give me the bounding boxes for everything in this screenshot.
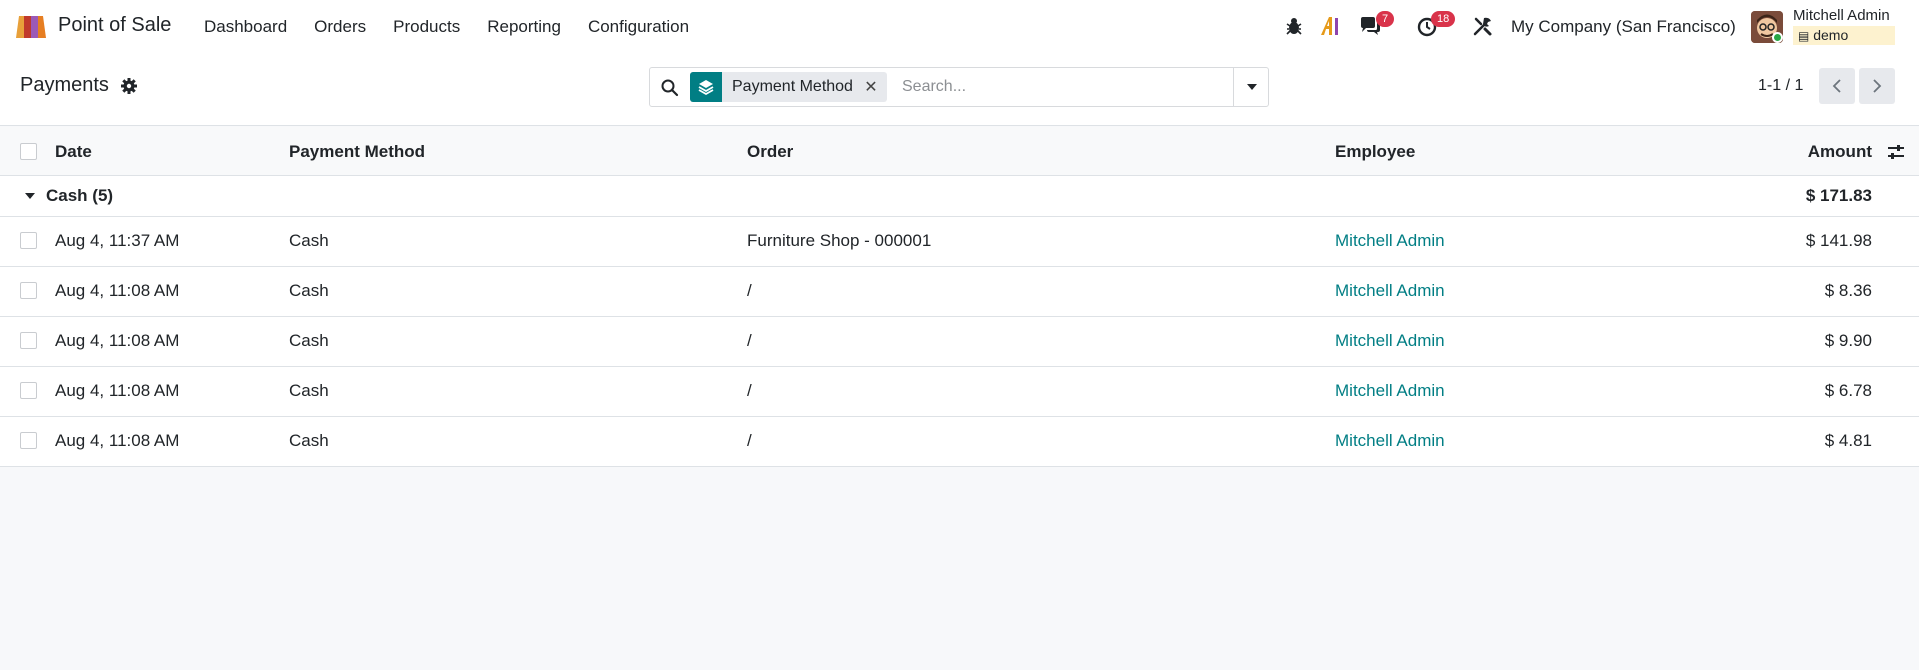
cell-date: Aug 4, 11:08 AM [55, 281, 180, 300]
page-title: Payments [20, 74, 109, 96]
cell-payment-method: Cash [289, 231, 329, 250]
cell-date: Aug 4, 11:08 AM [55, 331, 180, 350]
pager-next-button[interactable] [1859, 68, 1895, 104]
database-badge: ▤ demo [1793, 26, 1895, 45]
row-checkbox[interactable] [20, 382, 37, 399]
group-by-layers-icon [690, 72, 722, 102]
debug-bug-icon[interactable] [1283, 15, 1305, 37]
facet-label: Payment Method [732, 78, 853, 95]
search-input[interactable] [902, 74, 1202, 100]
table-row[interactable]: Aug 4, 11:08 AM Cash / Mitchell Admin $ 9.90 [0, 317, 1919, 367]
caret-down-icon [25, 193, 35, 199]
menu-item-products[interactable]: Products [393, 17, 460, 37]
messages-count-badge: 7 [1376, 11, 1395, 27]
select-all-checkbox[interactable] [20, 143, 37, 160]
cell-order: / [747, 381, 752, 400]
company-switcher[interactable]: My Company (San Francisco) [1511, 17, 1736, 37]
online-status-dot [1772, 32, 1783, 43]
cell-date: Aug 4, 11:08 AM [55, 381, 180, 400]
menu-item-reporting[interactable]: Reporting [487, 17, 561, 37]
search-bar: Payment Method ✕ [649, 67, 1269, 107]
caret-down-icon [1246, 84, 1257, 90]
row-checkbox[interactable] [20, 282, 37, 299]
group-row-cash[interactable]: Cash (5) $ 171.83 [0, 176, 1919, 217]
table-row[interactable]: Aug 4, 11:08 AM Cash / Mitchell Admin $ 8.36 [0, 267, 1919, 317]
app-name[interactable]: Point of Sale [58, 14, 171, 37]
table-row[interactable]: Aug 4, 11:37 AM Cash Furniture Shop - 0000… [0, 217, 1919, 267]
cell-employee[interactable]: Mitchell Admin [1335, 281, 1445, 301]
gear-icon[interactable] [120, 77, 138, 95]
top-navbar: Point of Sale Dashboard Orders Products … [0, 0, 1919, 54]
database-icon: ▤ [1798, 29, 1810, 43]
row-checkbox[interactable] [20, 332, 37, 349]
cell-employee[interactable]: Mitchell Admin [1335, 431, 1445, 451]
chevron-right-icon [1873, 79, 1882, 93]
cell-payment-method: Cash [289, 281, 329, 300]
cell-amount: $ 9.90 [1824, 331, 1872, 350]
cell-amount: $ 141.98 [1805, 231, 1872, 250]
chevron-left-icon [1832, 79, 1841, 93]
menu-item-dashboard[interactable]: Dashboard [204, 17, 287, 37]
pager-previous-button[interactable] [1819, 68, 1855, 104]
column-header-amount[interactable]: Amount [1808, 142, 1872, 162]
cell-employee[interactable]: Mitchell Admin [1335, 381, 1445, 401]
cell-order: / [747, 331, 752, 350]
cell-employee[interactable]: Mitchell Admin [1335, 331, 1445, 351]
search-icon[interactable] [660, 78, 680, 98]
column-header-payment-method[interactable]: Payment Method [289, 142, 425, 162]
tools-settings-icon[interactable] [1472, 15, 1494, 37]
user-name[interactable]: Mitchell Admin [1793, 7, 1890, 24]
table-row[interactable]: Aug 4, 11:08 AM Cash / Mitchell Admin $ 6.78 [0, 367, 1919, 417]
remove-facet-close-icon[interactable]: ✕ [863, 77, 887, 97]
control-panel: Payments Payment Method ✕ Search... 1-1 … [0, 54, 1919, 126]
table-header: Date Payment Method Order Employee Amoun… [0, 127, 1919, 176]
row-checkbox[interactable] [20, 432, 37, 449]
column-header-order[interactable]: Order [747, 142, 793, 162]
database-name: demo [1813, 27, 1849, 43]
row-checkbox[interactable] [20, 232, 37, 249]
cell-amount: $ 8.36 [1824, 281, 1872, 300]
cell-order: / [747, 281, 752, 300]
menu-item-orders[interactable]: Orders [314, 17, 366, 37]
cell-order: Furniture Shop - 000001 [747, 231, 932, 250]
cell-employee[interactable]: Mitchell Admin [1335, 231, 1445, 251]
ai-assistant-icon[interactable] [1319, 15, 1341, 37]
search-options-toggle[interactable] [1233, 68, 1269, 106]
cell-order: / [747, 431, 752, 450]
table-row[interactable]: Aug 4, 11:08 AM Cash / Mitchell Admin $ 4.81 [0, 417, 1919, 467]
group-label: Cash (5) [46, 186, 114, 205]
main-menu: Dashboard Orders Products Reporting Conf… [204, 0, 716, 54]
search-facet-payment-method: Payment Method ✕ [690, 72, 887, 102]
cell-date: Aug 4, 11:08 AM [55, 431, 180, 450]
payments-list: Date Payment Method Order Employee Amoun… [0, 127, 1919, 467]
column-header-employee[interactable]: Employee [1335, 142, 1415, 162]
menu-item-configuration[interactable]: Configuration [588, 17, 689, 37]
cell-amount: $ 4.81 [1824, 431, 1872, 450]
group-total: $ 171.83 [1805, 186, 1872, 205]
pager-value[interactable]: 1-1 / 1 [1758, 77, 1803, 95]
activities-count-badge: 18 [1431, 11, 1456, 27]
cell-amount: $ 6.78 [1824, 381, 1872, 400]
pos-app-logo-icon[interactable] [14, 14, 48, 40]
cell-payment-method: Cash [289, 431, 329, 450]
column-header-date[interactable]: Date [55, 142, 92, 162]
cell-payment-method: Cash [289, 381, 329, 400]
cell-date: Aug 4, 11:37 AM [55, 231, 180, 250]
cell-payment-method: Cash [289, 331, 329, 350]
optional-columns-sliders-icon[interactable] [1886, 143, 1906, 161]
